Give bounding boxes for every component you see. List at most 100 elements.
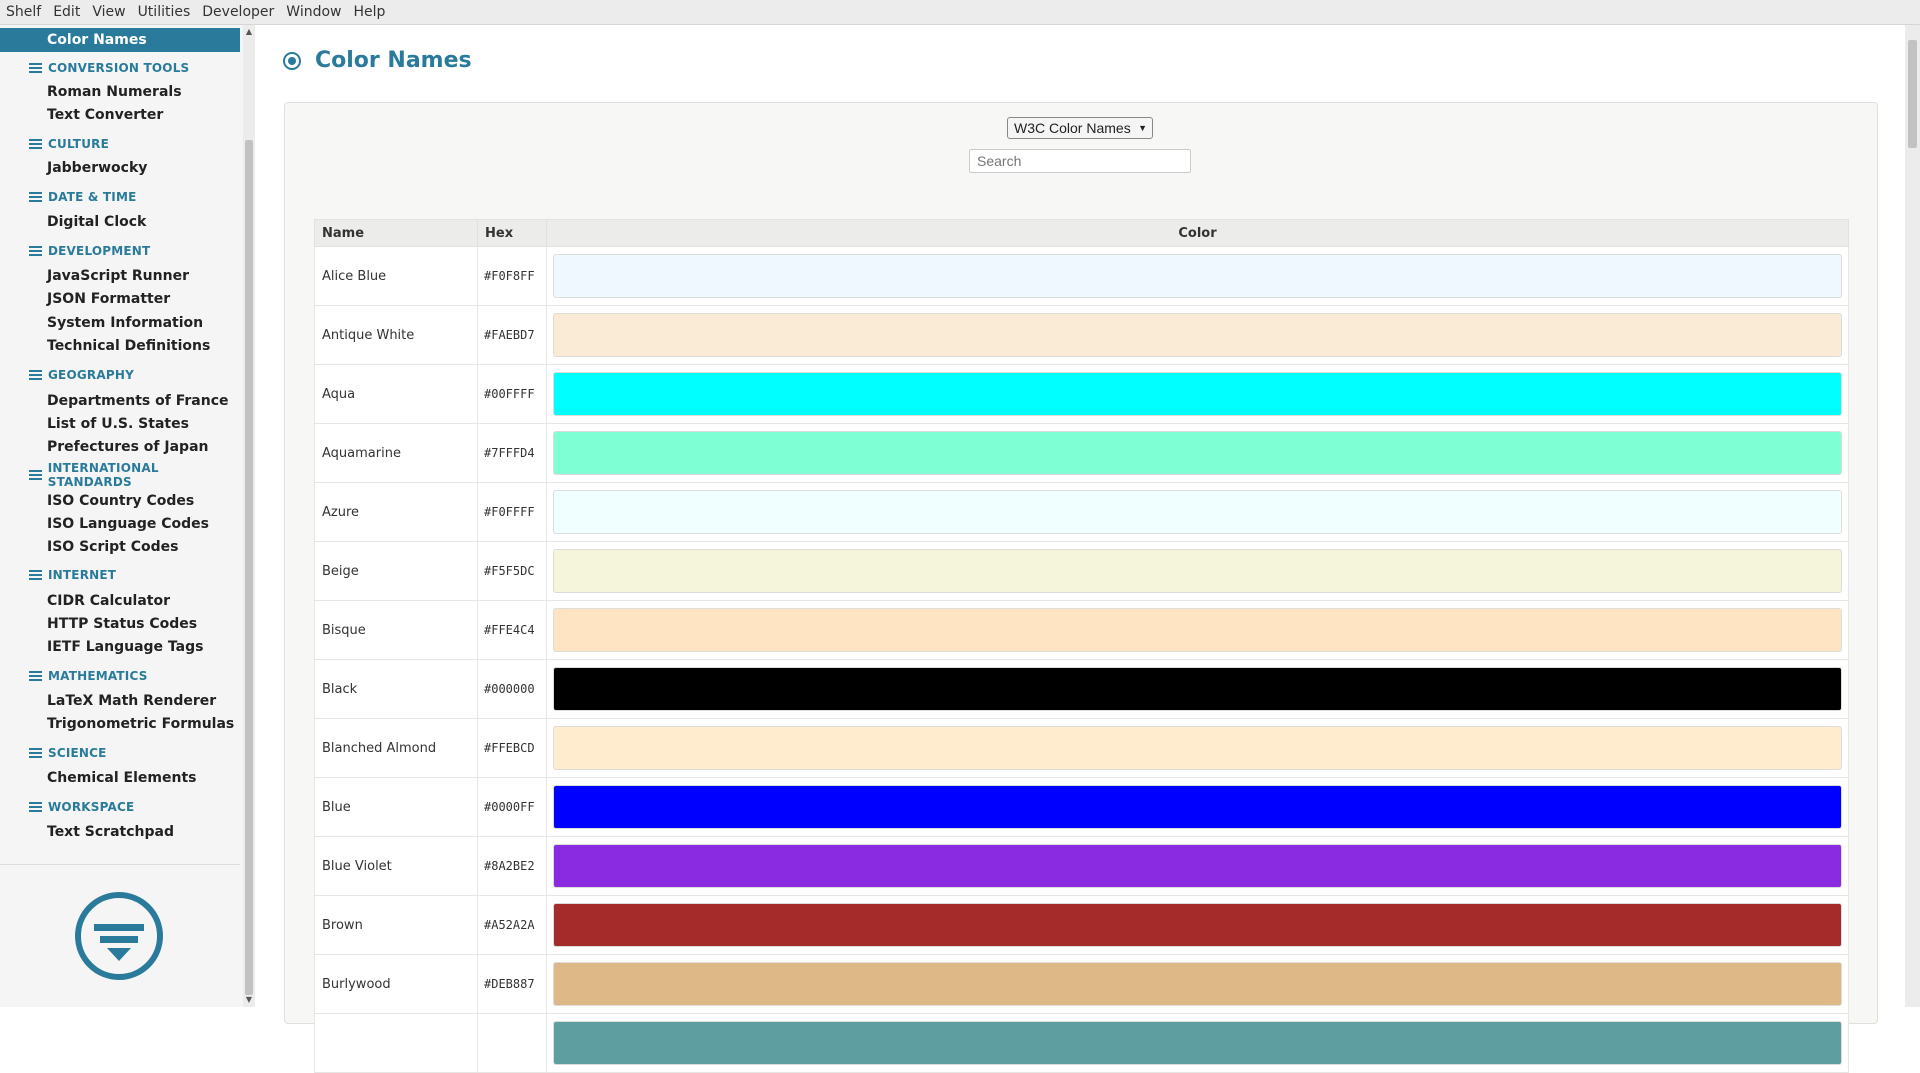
color-swatch xyxy=(553,726,1842,770)
sidebar-item-iso-country-codes[interactable]: ISO Country Codes xyxy=(47,491,194,511)
color-hex-cell xyxy=(477,1013,547,1073)
sidebar-item-departments-of-france[interactable]: Departments of France xyxy=(47,391,229,411)
sidebar-item-chemical-elements[interactable]: Chemical Elements xyxy=(47,768,196,788)
sidebar-category-international-standards[interactable]: INTERNATIONAL STANDARDS xyxy=(29,461,243,489)
table-row: Burlywood #DEB887 xyxy=(314,954,1849,1014)
sidebar-divider xyxy=(0,864,240,865)
color-hex-cell: #F0FFFF xyxy=(477,482,547,542)
sidebar-category-internet[interactable]: INTERNET xyxy=(29,566,116,584)
color-hex-cell: #FAEBD7 xyxy=(477,305,547,365)
color-swatch-cell xyxy=(546,600,1849,660)
color-swatch xyxy=(553,313,1842,357)
main-scrollbar[interactable] xyxy=(1905,25,1920,1007)
sidebar-item-http-status-codes[interactable]: HTTP Status Codes xyxy=(47,614,197,634)
menu-utilities[interactable]: Utilities xyxy=(132,0,197,24)
sidebar-category-geography[interactable]: GEOGRAPHY xyxy=(29,366,134,384)
color-name-cell: Brown xyxy=(314,895,478,955)
scroll-down-icon[interactable]: ▼ xyxy=(245,995,253,1004)
color-hex-cell: #A52A2A xyxy=(477,895,547,955)
sidebar-category-culture[interactable]: CULTURE xyxy=(29,135,109,153)
color-swatch-cell xyxy=(546,777,1849,837)
sidebar-item-javascript-runner[interactable]: JavaScript Runner xyxy=(47,266,189,286)
page-header: Color Names xyxy=(283,48,472,73)
sidebar-item-roman-numerals[interactable]: Roman Numerals xyxy=(47,82,182,102)
color-name-cell: Aquamarine xyxy=(314,423,478,483)
color-name-cell: Blue xyxy=(314,777,478,837)
sidebar-item-system-information[interactable]: System Information xyxy=(47,313,203,333)
sidebar-item-trigonometric-formulas[interactable]: Trigonometric Formulas xyxy=(47,714,234,734)
sidebar-item-ietf-language-tags[interactable]: IETF Language Tags xyxy=(47,637,203,657)
sidebar-item-jabberwocky[interactable]: Jabberwocky xyxy=(47,158,147,178)
sidebar: Color Names CONVERSION TOOLS Roman Numer… xyxy=(0,25,243,1007)
sidebar-item-color-names[interactable]: Color Names xyxy=(0,28,240,52)
color-hex-cell: #000000 xyxy=(477,659,547,719)
color-swatch-cell xyxy=(546,423,1849,483)
color-swatch xyxy=(553,490,1842,534)
sidebar-item-iso-script-codes[interactable]: ISO Script Codes xyxy=(47,537,178,557)
menu-icon xyxy=(29,801,42,813)
sidebar-category-conversion-tools[interactable]: CONVERSION TOOLS xyxy=(29,59,189,77)
menu-icon xyxy=(29,62,42,74)
column-header-hex[interactable]: Hex xyxy=(477,219,547,247)
sidebar-item-json-formatter[interactable]: JSON Formatter xyxy=(47,289,170,309)
table-row: Blue Violet #8A2BE2 xyxy=(314,836,1849,896)
sidebar-item-iso-language-codes[interactable]: ISO Language Codes xyxy=(47,514,209,534)
table-row: Blue #0000FF xyxy=(314,777,1849,837)
search-input[interactable] xyxy=(969,149,1191,173)
menu-shelf[interactable]: Shelf xyxy=(0,0,47,24)
main-scroll-thumb[interactable] xyxy=(1908,40,1917,148)
sidebar-item-latex-math-renderer[interactable]: LaTeX Math Renderer xyxy=(47,691,216,711)
column-header-color[interactable]: Color xyxy=(546,219,1849,247)
color-swatch xyxy=(553,1021,1842,1065)
color-hex-cell: #F0F8FF xyxy=(477,246,547,306)
menu-help[interactable]: Help xyxy=(347,0,391,24)
menu-edit[interactable]: Edit xyxy=(47,0,86,24)
color-hex-cell: #DEB887 xyxy=(477,954,547,1014)
sidebar-scrollbar[interactable]: ▲ ▼ xyxy=(243,25,255,1007)
table-body: Alice Blue #F0F8FF Antique White #FAEBD7 Aqu… xyxy=(314,246,1849,1073)
sidebar-category-workspace[interactable]: WORKSPACE xyxy=(29,798,134,816)
sidebar-item-us-states[interactable]: List of U.S. States xyxy=(47,414,189,434)
menu-icon xyxy=(29,245,42,257)
sidebar-item-text-converter[interactable]: Text Converter xyxy=(47,105,163,125)
color-name-cell: Blanched Almond xyxy=(314,718,478,778)
sidebar-category-science[interactable]: SCIENCE xyxy=(29,744,107,762)
color-table: Name Hex Color Alice Blue #F0F8FF Antique … xyxy=(314,219,1849,1073)
column-header-name[interactable]: Name xyxy=(314,219,478,247)
color-hex-cell: #0000FF xyxy=(477,777,547,837)
page-title: Color Names xyxy=(315,48,472,73)
main-content: Color Names W3C Color Names ▼ Name Hex C… xyxy=(255,25,1905,1073)
sidebar-item-technical-definitions[interactable]: Technical Definitions xyxy=(47,336,210,356)
table-row: Brown #A52A2A xyxy=(314,895,1849,955)
sidebar-item-digital-clock[interactable]: Digital Clock xyxy=(47,212,146,232)
color-hex-cell: #00FFFF xyxy=(477,364,547,424)
sidebar-category-date-time[interactable]: DATE & TIME xyxy=(29,188,137,206)
sidebar-item-text-scratchpad[interactable]: Text Scratchpad xyxy=(47,822,174,842)
sidebar-scroll-thumb[interactable] xyxy=(245,140,253,995)
table-row: Azure #F0FFFF xyxy=(314,482,1849,542)
menu-icon xyxy=(29,369,42,381)
table-row: Aqua #00FFFF xyxy=(314,364,1849,424)
sidebar-item-prefectures-of-japan[interactable]: Prefectures of Japan xyxy=(47,437,209,457)
color-name-cell: Burlywood xyxy=(314,954,478,1014)
menu-icon xyxy=(29,670,42,682)
color-swatch-cell xyxy=(546,718,1849,778)
table-row xyxy=(314,1013,1849,1073)
menu-window[interactable]: Window xyxy=(280,0,347,24)
color-set-select[interactable]: W3C Color Names ▼ xyxy=(1007,117,1153,139)
scroll-up-icon[interactable]: ▲ xyxy=(245,27,253,36)
color-swatch-cell xyxy=(546,954,1849,1014)
menu-view[interactable]: View xyxy=(86,0,131,24)
color-name-cell: Antique White xyxy=(314,305,478,365)
color-name-cell xyxy=(314,1013,478,1073)
color-swatch xyxy=(553,608,1842,652)
color-name-cell: Aqua xyxy=(314,364,478,424)
sidebar-category-mathematics[interactable]: MATHEMATICS xyxy=(29,667,148,685)
color-set-select-value: W3C Color Names xyxy=(1014,120,1131,136)
sidebar-category-development[interactable]: DEVELOPMENT xyxy=(29,242,150,260)
table-row: Blanched Almond #FFEBCD xyxy=(314,718,1849,778)
table-row: Beige #F5F5DC xyxy=(314,541,1849,601)
menu-developer[interactable]: Developer xyxy=(196,0,280,24)
color-swatch xyxy=(553,962,1842,1006)
sidebar-item-cidr-calculator[interactable]: CIDR Calculator xyxy=(47,591,170,611)
